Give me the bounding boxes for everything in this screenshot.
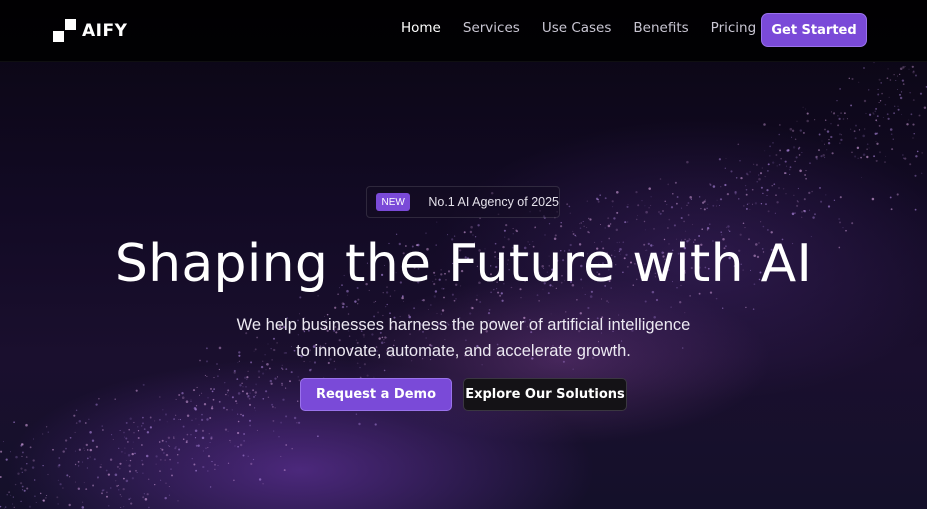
- hero-title: Shaping the Future with AI: [114, 234, 813, 294]
- new-tag: NEW: [376, 193, 411, 211]
- badge-text: No.1 AI Agency of 2025: [428, 195, 559, 209]
- nav-link-benefits[interactable]: Benefits: [633, 20, 688, 36]
- brand-name: AIFY: [82, 20, 128, 41]
- main-nav: Home Services Use Cases Benefits Pricing: [401, 20, 778, 36]
- nav-link-services[interactable]: Services: [463, 20, 520, 36]
- brand-logo[interactable]: AIFY: [53, 19, 127, 42]
- hero-subtitle-line-2: to innovate, automate, and accelerate gr…: [296, 342, 631, 360]
- nav-link-pricing[interactable]: Pricing: [711, 20, 757, 36]
- request-demo-button[interactable]: Request a Demo: [300, 378, 452, 411]
- announcement-badge[interactable]: NEW No.1 AI Agency of 2025: [366, 186, 560, 218]
- explore-solutions-button[interactable]: Explore Our Solutions: [463, 378, 627, 411]
- hero-subtitle: We help businesses harness the power of …: [0, 312, 927, 364]
- top-navbar: AIFY Home Services Use Cases Benefits Pr…: [0, 0, 927, 62]
- hero-subtitle-line-1: We help businesses harness the power of …: [236, 316, 691, 334]
- checker-squares-icon: [53, 19, 76, 42]
- nav-link-home[interactable]: Home: [401, 20, 441, 36]
- get-started-button[interactable]: Get Started: [761, 13, 867, 47]
- nav-link-use-cases[interactable]: Use Cases: [542, 20, 612, 36]
